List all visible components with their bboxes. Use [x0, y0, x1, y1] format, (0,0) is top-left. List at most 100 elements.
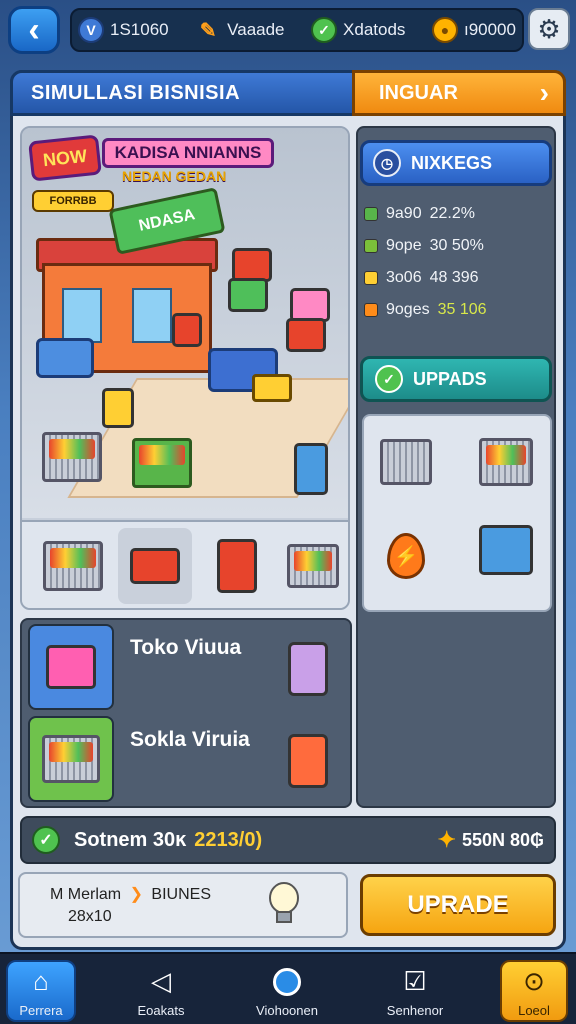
bottom-nav: ⌂ Perrera ◁ Eoakats Viohoonen ☑ Senhenor…: [0, 952, 576, 1024]
list-item[interactable]: Toko Viuua: [28, 624, 344, 710]
truck-cargo: [252, 374, 292, 402]
nav-home[interactable]: ⌂ Perrera: [6, 960, 76, 1022]
scene-item-strip: [22, 520, 348, 608]
nav-label: Loeol: [518, 1002, 550, 1018]
strip-vending-slot[interactable]: [200, 528, 274, 604]
alert-clock-icon: ⊙: [523, 966, 545, 996]
list-item-label: Sokla Viruia: [130, 728, 250, 751]
settings-button[interactable]: ⚙: [528, 8, 570, 50]
cargo-box[interactable]: [102, 388, 134, 428]
resource-coins: ● ı90000: [431, 17, 516, 43]
info-line1-text: M Merlam: [50, 886, 122, 903]
stat-icon: [364, 303, 378, 317]
trash-bin[interactable]: [172, 313, 202, 347]
store-tag[interactable]: FORRBB: [32, 190, 114, 212]
store-window: [62, 288, 102, 343]
upgrade-market-stall[interactable]: [476, 434, 536, 490]
check-badge-icon: ✓: [311, 17, 338, 43]
water-cooler[interactable]: [294, 443, 328, 495]
nav-back[interactable]: ◁ Eoakats: [116, 960, 206, 1022]
list-item-label: Toko Viuua: [130, 636, 242, 659]
stat-label: 9a90: [386, 205, 422, 222]
shopping-cart[interactable]: [42, 432, 102, 482]
stat-value: 35 106: [437, 301, 487, 318]
strip-cart-slot[interactable]: [36, 528, 110, 604]
wins-header[interactable]: ◷ NIXKEGS: [360, 140, 552, 186]
page-title-text: SIMULLASI BISNISIA: [31, 81, 241, 104]
info-line2: 28x10: [68, 908, 112, 925]
coin-icon: ●: [431, 17, 458, 43]
brand-badge-text: NOW: [42, 145, 88, 170]
status-right-value: 550N 80₲: [461, 829, 544, 850]
strip-cart-slot[interactable]: [276, 528, 348, 604]
tab-inguar[interactable]: INGUAR ›: [352, 70, 566, 116]
resource-gems: V 1S1060: [78, 17, 169, 43]
store-name: KADISA NNIANNS: [102, 138, 274, 168]
product-crate[interactable]: [290, 288, 330, 322]
info-line1-b: BIUNES: [151, 886, 211, 903]
shield-gem-icon: V: [78, 17, 104, 43]
chevron-right-icon: ›: [539, 77, 549, 108]
brand-badge: NOW: [28, 134, 102, 182]
produce-bin[interactable]: [132, 438, 192, 488]
stat-label: 9ope: [386, 237, 422, 254]
stat-icon: [364, 239, 378, 253]
delivery-van[interactable]: [36, 338, 94, 378]
vending-machine-icon: [288, 642, 328, 696]
resource-checks: ✓ Xdatods: [311, 17, 405, 43]
stat-label: 3o06: [386, 269, 422, 286]
upgrade-button[interactable]: UPRADE: [360, 874, 556, 936]
upgrades-header[interactable]: ✓ UPPADS: [360, 356, 552, 402]
pencil-icon: ✎: [199, 19, 217, 42]
check-icon: ✓: [375, 365, 403, 393]
upgrades-grid: ⚡: [362, 414, 552, 612]
product-crate[interactable]: [286, 318, 326, 352]
stat-list: 9a90 22.2% 9ope 30 50% 3o06 48 396 9oges…: [364, 198, 550, 326]
status-number: 2213/0): [194, 828, 263, 851]
resource-checks-value: Xdatods: [343, 20, 406, 39]
lightning-pin-icon[interactable]: ⚡: [376, 528, 436, 584]
stat-row: 3o06 48 396: [364, 262, 550, 294]
resource-tools: ✎ Vaaade: [195, 17, 285, 43]
list-item[interactable]: Sokla Viruia: [28, 716, 344, 802]
lightbulb-icon: [266, 882, 302, 928]
store-sign-text: NDASA: [137, 206, 197, 235]
product-crate[interactable]: [232, 248, 272, 282]
product-crate[interactable]: [228, 278, 268, 312]
home-icon: ⌂: [33, 966, 49, 996]
upgrade-cart[interactable]: [376, 434, 436, 490]
info-line1: M Merlam ❯ BIUNES: [50, 884, 211, 904]
store-scene[interactable]: NDASA NOW KADISA NNIANNS NEDAN GEDAN FOR…: [20, 126, 350, 610]
status-right: ✦ 550N 80₲: [438, 827, 545, 853]
strip-register-slot[interactable]: [118, 528, 192, 604]
nav-label: Eoakats: [137, 1002, 185, 1018]
cooler-icon: [288, 734, 328, 788]
store-name-text: KADISA NNIANNS: [114, 143, 262, 162]
nav-label: Senhenor: [386, 1002, 444, 1018]
list-thumb: [28, 716, 114, 802]
resource-coins-value: ı90000: [463, 20, 516, 39]
info-card: M Merlam ❯ BIUNES 28x10: [18, 872, 348, 938]
status-bar: ✓ Sotnem 30ĸ 2213/0) ✦ 550N 80₲: [20, 816, 556, 864]
stat-value: 48 396: [429, 269, 479, 286]
nav-label: Viohoonen: [256, 1002, 318, 1018]
gear-icon: ⚙: [537, 13, 561, 44]
list-thumb: [28, 624, 114, 710]
check-icon: ✓: [32, 826, 60, 854]
stat-label: 9oges: [386, 301, 430, 318]
circle-icon: [270, 965, 304, 999]
clock-icon: ◷: [373, 149, 401, 177]
status-label: Sotnem 30ĸ: [74, 828, 187, 851]
upgrade-button-label: UPRADE: [407, 891, 509, 918]
stat-value: 30 50%: [429, 237, 484, 254]
wins-title: NIXKEGS: [411, 152, 493, 173]
upgrade-kiosk[interactable]: [476, 522, 536, 578]
store-tag-text: FORRBB: [49, 195, 97, 207]
nav-alert[interactable]: ⊙ Loeol: [500, 960, 568, 1022]
back-button[interactable]: ‹: [8, 6, 60, 54]
nav-label: Perrera: [19, 1002, 63, 1018]
nav-circle[interactable]: Viohoonen: [242, 960, 332, 1022]
nav-checklist[interactable]: ☑ Senhenor: [370, 960, 460, 1022]
stat-row: 9ope 30 50%: [364, 230, 550, 262]
chevron-left-icon: ‹: [28, 10, 40, 49]
